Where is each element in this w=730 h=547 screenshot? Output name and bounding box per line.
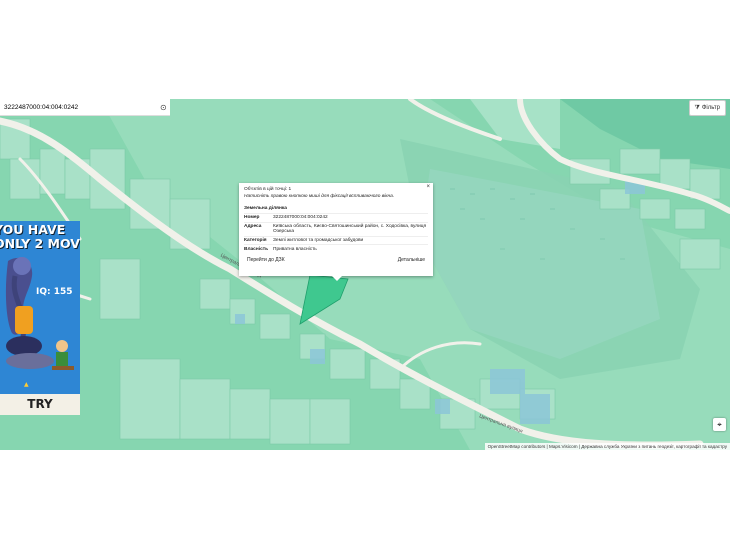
row-value: 3222487000:04:004:0242 — [273, 213, 428, 223]
map-area[interactable]: Центральна вулиця Центральна вулиця ⊙ ⧩ … — [0, 99, 730, 450]
ad-iq-text: IQ: 155 — [36, 287, 73, 297]
search-bar[interactable]: ⊙ — [0, 99, 170, 116]
row-value: Київська область, Києво-Святошинський ра… — [273, 221, 428, 237]
row-key: Адреса — [244, 221, 273, 237]
filter-button[interactable]: ⧩ Фільтр — [688, 100, 726, 116]
search-input[interactable] — [0, 102, 156, 112]
table-row: Номер 3222487000:04:004:0242 — [244, 213, 428, 223]
table-row: Адреса Київська область, Києво-Святошинс… — [244, 221, 428, 237]
row-value: Землі житлової та громадської забудови — [273, 235, 428, 245]
table-row: Категорія Землі житлової та громадської … — [244, 235, 428, 245]
locate-button[interactable]: ⌖ — [713, 418, 726, 431]
search-icon[interactable]: ⊙ — [160, 103, 167, 112]
row-key: Номер — [244, 213, 273, 223]
goto-dzk-button[interactable]: Перейти до ДЗК — [244, 256, 288, 264]
filter-label: Фільтр — [701, 105, 720, 111]
svg-text:▲: ▲ — [24, 381, 29, 388]
ad-character-illustration: ▲ — [5, 257, 74, 388]
ad-try-button[interactable]: TRY — [0, 394, 80, 415]
popup-section-title: Земельна ділянка — [244, 206, 287, 211]
ad-banner[interactable]: YOU HAVE ONLY 2 MOVES ▲ IQ: 155 TRY — [0, 221, 80, 415]
crosshair-icon: ⌖ — [717, 419, 722, 429]
map-attribution[interactable]: OpenStreetMap contributors | Maps.Visico… — [484, 443, 730, 450]
filter-icon: ⧩ — [694, 104, 700, 111]
popup-count: Об'єктів в цій точці: 1 — [244, 187, 292, 192]
row-key: Власність — [244, 244, 273, 254]
details-button[interactable]: Детальніше — [395, 256, 428, 264]
popup-hint: Натисніть правою кнопкою миші для фіксац… — [244, 194, 395, 199]
parcel-info-table: Номер 3222487000:04:004:0242 Адреса Київ… — [244, 213, 428, 254]
row-key: Категорія — [244, 235, 273, 245]
close-icon[interactable]: × — [426, 184, 430, 190]
row-value: Приватна власність — [273, 244, 428, 254]
parcel-popup: × Об'єктів в цій точці: 1 Натисніть прав… — [239, 183, 433, 281]
table-row: Власність Приватна власність — [244, 244, 428, 254]
